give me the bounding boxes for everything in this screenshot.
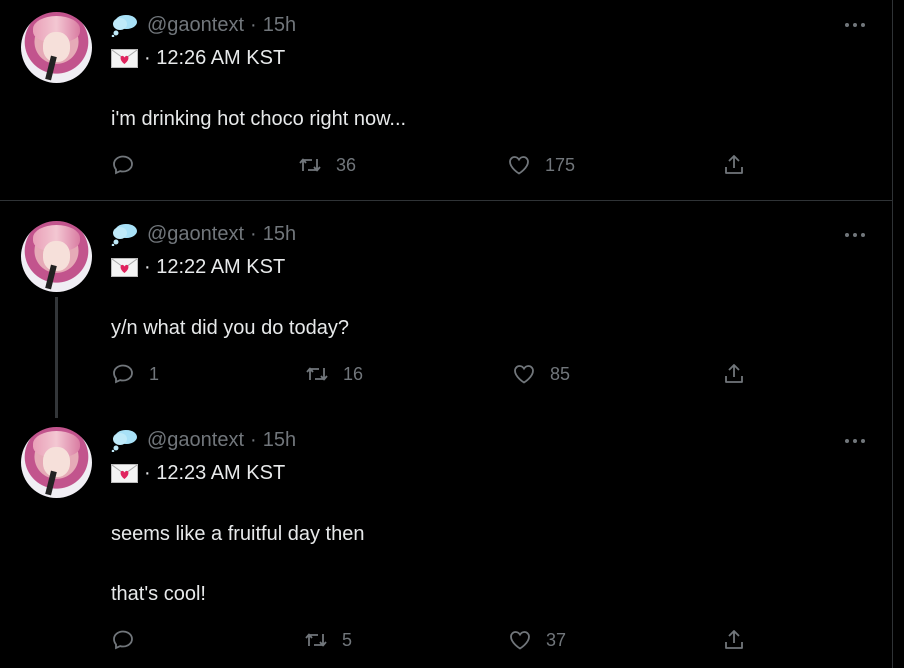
- retweet-button[interactable]: 16: [305, 362, 363, 386]
- retweet-button[interactable]: 5: [304, 628, 352, 652]
- tweet-divider: [0, 200, 892, 201]
- display-name: · 12:23 AM KST: [111, 462, 285, 485]
- tweet-age[interactable]: 15h: [263, 223, 296, 246]
- share-button[interactable]: [722, 362, 746, 386]
- display-name: · 12:26 AM KST: [111, 47, 285, 70]
- share-icon: [725, 364, 743, 383]
- tweet-text: y/n what did you do today?: [111, 317, 349, 339]
- display-name: · 12:22 AM KST: [111, 256, 285, 279]
- share-icon: [725, 155, 743, 174]
- like-button[interactable]: 37: [508, 628, 566, 652]
- user-handle[interactable]: @gaontext: [147, 429, 244, 452]
- like-count: 37: [546, 629, 567, 650]
- reply-icon: [113, 364, 133, 384]
- avatar[interactable]: [21, 12, 92, 83]
- more-icon[interactable]: [844, 437, 866, 445]
- tweet-actions: 36 175: [0, 153, 892, 183]
- user-handle[interactable]: @gaontext: [147, 14, 244, 37]
- reply-button[interactable]: 1: [111, 362, 159, 386]
- tweet-header: @gaontext · 15h: [111, 222, 296, 246]
- like-count: 175: [545, 154, 576, 175]
- tweet-header: @gaontext · 15h: [111, 13, 296, 37]
- display-name-text: · 12:22 AM KST: [144, 256, 286, 278]
- retweet-button[interactable]: 36: [298, 153, 356, 177]
- heart-icon: [510, 631, 530, 650]
- tweet-header: @gaontext · 15h: [111, 428, 296, 452]
- tweet-text-line-1: seems like a fruitful day then: [111, 523, 365, 545]
- display-name-text: · 12:23 AM KST: [144, 462, 286, 484]
- thread-connector: [55, 297, 58, 418]
- reply-count: 1: [149, 363, 160, 384]
- retweet-count: 16: [343, 363, 364, 384]
- cloud-emoji-icon: [111, 15, 137, 37]
- tweet-age[interactable]: 15h: [263, 429, 296, 452]
- retweet-count: 36: [336, 154, 357, 175]
- reply-button[interactable]: [111, 153, 149, 177]
- reply-icon: [113, 630, 133, 650]
- more-icon[interactable]: [844, 231, 866, 239]
- retweet-icon: [305, 633, 327, 647]
- share-icon: [725, 630, 743, 649]
- tweet-text-line-2: that's cool!: [111, 583, 206, 605]
- reply-button[interactable]: [111, 628, 149, 652]
- retweet-icon: [306, 367, 328, 381]
- share-button[interactable]: [722, 153, 746, 177]
- retweet-icon: [299, 158, 321, 172]
- avatar[interactable]: [21, 427, 92, 498]
- separator: ·: [250, 428, 257, 451]
- tweet-age[interactable]: 15h: [263, 14, 296, 37]
- more-icon[interactable]: [844, 21, 866, 29]
- like-button[interactable]: 175: [507, 153, 575, 177]
- heart-icon: [514, 365, 534, 384]
- heart-icon: [509, 156, 529, 175]
- love-letter-emoji-icon: [111, 464, 138, 483]
- like-button[interactable]: 85: [512, 362, 570, 386]
- cloud-emoji-icon: [111, 430, 137, 452]
- love-letter-emoji-icon: [111, 49, 138, 68]
- avatar[interactable]: [21, 221, 92, 292]
- separator: ·: [250, 13, 257, 36]
- reply-icon: [113, 155, 133, 175]
- like-count: 85: [550, 363, 571, 384]
- tweet-actions: 1 16 85: [0, 362, 892, 392]
- retweet-count: 5: [342, 629, 353, 650]
- separator: ·: [250, 222, 257, 245]
- share-button[interactable]: [722, 628, 746, 652]
- tweet-actions: 5 37: [0, 628, 892, 658]
- timeline-border: [892, 0, 893, 668]
- cloud-emoji-icon: [111, 224, 137, 246]
- display-name-text: · 12:26 AM KST: [144, 47, 286, 69]
- love-letter-emoji-icon: [111, 258, 138, 277]
- user-handle[interactable]: @gaontext: [147, 223, 244, 246]
- tweet-text: i'm drinking hot choco right now...: [111, 108, 407, 130]
